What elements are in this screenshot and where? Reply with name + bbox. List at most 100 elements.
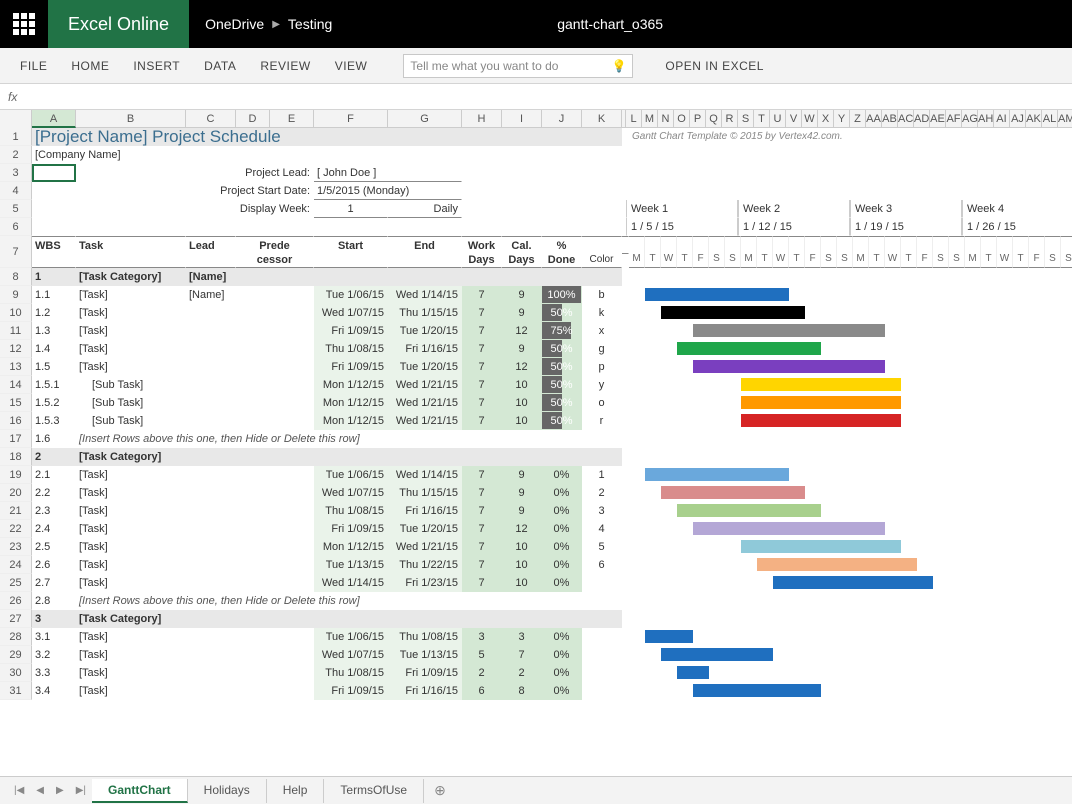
cell[interactable]: y bbox=[582, 376, 622, 394]
cell[interactable] bbox=[622, 268, 629, 286]
cell[interactable]: 2 bbox=[32, 448, 76, 466]
cell[interactable] bbox=[622, 664, 629, 682]
cell[interactable] bbox=[462, 128, 622, 146]
cell[interactable] bbox=[186, 394, 236, 412]
gantt-bar[interactable] bbox=[741, 378, 901, 391]
row-header[interactable]: 23 bbox=[0, 538, 32, 556]
cell[interactable]: 0% bbox=[542, 538, 582, 556]
sheet-tab[interactable]: Help bbox=[267, 779, 325, 803]
cell[interactable]: 9 bbox=[502, 466, 542, 484]
breadcrumb-part[interactable]: OneDrive bbox=[205, 16, 264, 32]
sheet-tab[interactable]: GanttChart bbox=[92, 779, 188, 803]
row-header[interactable]: 11 bbox=[0, 322, 32, 340]
row-header[interactable]: 27 bbox=[0, 610, 32, 628]
cell[interactable] bbox=[622, 574, 629, 592]
row-header[interactable]: 13 bbox=[0, 358, 32, 376]
cell[interactable]: 50% bbox=[542, 304, 582, 322]
row-header[interactable]: 19 bbox=[0, 466, 32, 484]
cell[interactable] bbox=[582, 628, 622, 646]
cell[interactable]: Fri 1/23/15 bbox=[388, 574, 462, 592]
cell[interactable] bbox=[186, 628, 236, 646]
cell[interactable]: [Task] bbox=[76, 538, 186, 556]
cell[interactable]: 7 bbox=[462, 538, 502, 556]
cell[interactable]: Start bbox=[314, 236, 388, 268]
cell[interactable] bbox=[582, 646, 622, 664]
col-header[interactable]: AF bbox=[946, 110, 962, 128]
cell[interactable] bbox=[186, 412, 236, 430]
cell[interactable] bbox=[629, 610, 1072, 628]
cell[interactable]: 5 bbox=[582, 538, 622, 556]
cell[interactable]: 9 bbox=[502, 484, 542, 502]
cell[interactable]: 7 bbox=[462, 412, 502, 430]
cell[interactable]: Tue 1/06/15 bbox=[314, 286, 388, 304]
gantt-bar[interactable] bbox=[693, 324, 885, 337]
cell[interactable]: 2.5 bbox=[32, 538, 76, 556]
cell[interactable]: 1/5/2015 (Monday) bbox=[314, 182, 462, 200]
col-header[interactable]: AG bbox=[962, 110, 978, 128]
cell[interactable]: Thu 1/08/15 bbox=[314, 502, 388, 520]
cell[interactable] bbox=[186, 610, 236, 628]
cell[interactable] bbox=[236, 682, 314, 700]
cell[interactable]: 1.5.2 bbox=[32, 394, 76, 412]
cell[interactable]: Week 1 bbox=[626, 200, 738, 218]
row-header[interactable]: 24 bbox=[0, 556, 32, 574]
cell[interactable]: b bbox=[582, 286, 622, 304]
cell[interactable]: [Insert Rows above this one, then Hide o… bbox=[76, 430, 626, 448]
cell[interactable]: 4 bbox=[582, 520, 622, 538]
app-launcher-icon[interactable] bbox=[0, 0, 48, 48]
cell[interactable] bbox=[622, 412, 629, 430]
cell[interactable] bbox=[622, 322, 629, 340]
open-in-excel-button[interactable]: OPEN IN EXCEL bbox=[653, 59, 776, 73]
row-header[interactable]: 8 bbox=[0, 268, 32, 286]
row-header[interactable]: 26 bbox=[0, 592, 32, 610]
col-header[interactable]: I bbox=[502, 110, 542, 128]
cell[interactable]: 7 bbox=[462, 394, 502, 412]
cell[interactable]: Tue 1/13/15 bbox=[388, 646, 462, 664]
cell[interactable] bbox=[236, 286, 314, 304]
cell[interactable]: 1.5.3 bbox=[32, 412, 76, 430]
cell[interactable]: Fri 1/09/15 bbox=[388, 664, 462, 682]
row-header[interactable]: 29 bbox=[0, 646, 32, 664]
gantt-bar[interactable] bbox=[741, 540, 901, 553]
cell[interactable]: 9 bbox=[502, 304, 542, 322]
cell[interactable]: [Task] bbox=[76, 358, 186, 376]
col-header[interactable]: R bbox=[722, 110, 738, 128]
sheet-tab[interactable]: Holidays bbox=[188, 779, 267, 803]
row-header[interactable]: 21 bbox=[0, 502, 32, 520]
cell[interactable]: g bbox=[582, 340, 622, 358]
add-sheet-button[interactable]: ⊕ bbox=[424, 778, 456, 803]
gantt-bar[interactable] bbox=[645, 630, 693, 643]
cell[interactable] bbox=[236, 340, 314, 358]
cell[interactable]: 3 bbox=[502, 628, 542, 646]
cell[interactable]: r bbox=[582, 412, 622, 430]
cell[interactable]: [Task] bbox=[76, 664, 186, 682]
cell[interactable] bbox=[236, 502, 314, 520]
cell[interactable]: 7 bbox=[462, 340, 502, 358]
cell[interactable] bbox=[186, 304, 236, 322]
cell[interactable]: [Task] bbox=[76, 466, 186, 484]
cell[interactable]: x bbox=[582, 322, 622, 340]
cell[interactable]: 50% bbox=[542, 394, 582, 412]
ribbon-tab-file[interactable]: FILE bbox=[8, 48, 59, 83]
cell[interactable]: [Task] bbox=[76, 628, 186, 646]
cell[interactable]: End bbox=[388, 236, 462, 268]
cell[interactable]: Daily bbox=[388, 200, 462, 218]
row-header[interactable]: 16 bbox=[0, 412, 32, 430]
col-header[interactable]: T bbox=[754, 110, 770, 128]
cell[interactable] bbox=[622, 556, 629, 574]
cell[interactable]: Display Week: bbox=[32, 200, 314, 218]
cell[interactable] bbox=[622, 466, 629, 484]
cell[interactable]: Tue 1/06/15 bbox=[314, 628, 388, 646]
breadcrumb[interactable]: OneDrive ▶ Testing bbox=[189, 16, 348, 32]
cell[interactable]: 1.5 bbox=[32, 358, 76, 376]
sheet-nav-first[interactable]: |◀ bbox=[8, 781, 30, 800]
cell[interactable] bbox=[32, 218, 626, 236]
col-header[interactable]: AI bbox=[994, 110, 1010, 128]
cell[interactable] bbox=[582, 664, 622, 682]
cell[interactable]: 7 bbox=[462, 304, 502, 322]
cell[interactable]: Wed 1/14/15 bbox=[388, 466, 462, 484]
col-header[interactable]: AM bbox=[1058, 110, 1072, 128]
cell[interactable]: 1 / 5 / 15 bbox=[626, 218, 738, 236]
cell[interactable] bbox=[236, 394, 314, 412]
cell[interactable]: 1.4 bbox=[32, 340, 76, 358]
